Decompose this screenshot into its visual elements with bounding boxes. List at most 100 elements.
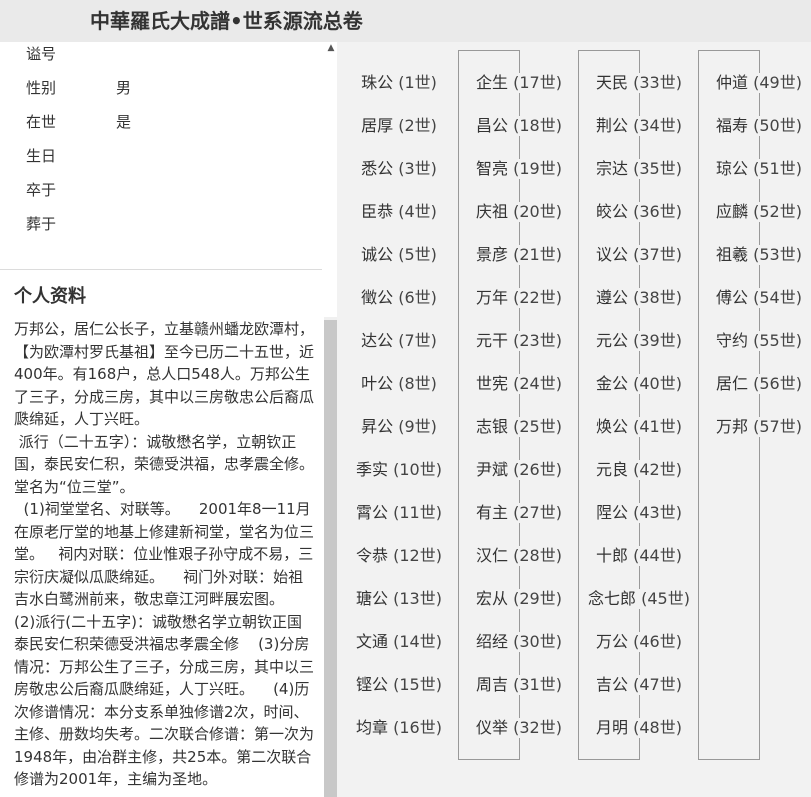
generation-entry[interactable]: 达公 (7世) xyxy=(360,331,438,351)
generation-entry[interactable]: 居厚 (2世) xyxy=(360,116,438,136)
ancestor-name: 万邦 xyxy=(716,417,749,436)
generation-entry[interactable]: 霄公 (11世) xyxy=(355,503,443,523)
generation-entry[interactable]: 诚公 (5世) xyxy=(360,245,438,265)
generation-entry[interactable]: 议公 (37世) xyxy=(595,245,683,265)
generation-entry[interactable]: 月明 (48世) xyxy=(595,718,683,738)
generation-entry[interactable]: 企生 (17世) xyxy=(475,73,563,93)
profile-panel: ▲ 谥号 性别 男 在世 是 生日 卒于 葬于 个人资料 万邦公，居仁公长子，立基赣… xyxy=(0,42,337,797)
ancestor-name: 铿公 xyxy=(356,675,389,694)
generation-entry[interactable]: 宗达 (35世) xyxy=(595,159,683,179)
ancestor-name: 悉公 xyxy=(361,159,394,178)
generation-entry[interactable]: 金公 (40世) xyxy=(595,374,683,394)
generation-number: (39世) xyxy=(633,331,682,350)
generation-entry[interactable]: 应麟 (52世) xyxy=(715,202,803,222)
generation-entry[interactable]: 世宪 (24世) xyxy=(475,374,563,394)
generation-number: (19世) xyxy=(513,159,562,178)
generation-entry[interactable]: 仲道 (49世) xyxy=(715,73,803,93)
generation-number: (49世) xyxy=(753,73,802,92)
generation-number: (14世) xyxy=(393,632,442,651)
section-divider xyxy=(0,269,322,270)
generation-entry[interactable]: 守约 (55世) xyxy=(715,331,803,351)
ancestor-name: 居厚 xyxy=(361,116,394,135)
generation-number: (52世) xyxy=(753,202,802,221)
field-label: 在世 xyxy=(26,113,57,131)
generation-entry[interactable]: 十郎 (44世) xyxy=(595,546,683,566)
generation-entry[interactable]: 福寿 (50世) xyxy=(715,116,803,136)
generation-entry[interactable]: 傅公 (54世) xyxy=(715,288,803,308)
generation-entry[interactable]: 天民 (33世) xyxy=(595,73,683,93)
generation-entry[interactable]: 季实 (10世) xyxy=(355,460,443,480)
generation-number: (34世) xyxy=(633,116,682,135)
generation-entry[interactable]: 万公 (46世) xyxy=(595,632,683,652)
generation-entry[interactable]: 臣恭 (4世) xyxy=(360,202,438,222)
field-died: 卒于 xyxy=(26,178,116,202)
generation-number: (41世) xyxy=(633,417,682,436)
generation-entry[interactable]: 庆祖 (20世) xyxy=(475,202,563,222)
generation-entry[interactable]: 文通 (14世) xyxy=(355,632,443,652)
field-gender: 性别 男 xyxy=(26,76,131,100)
generation-entry[interactable]: 万年 (22世) xyxy=(475,288,563,308)
ancestor-name: 月明 xyxy=(596,718,629,737)
generation-number: (56世) xyxy=(753,374,802,393)
ancestor-name: 世宪 xyxy=(476,374,509,393)
generation-entry[interactable]: 祖羲 (53世) xyxy=(715,245,803,265)
generation-entry[interactable]: 昇公 (9世) xyxy=(360,417,438,437)
ancestor-name: 有主 xyxy=(476,503,509,522)
generation-entry[interactable]: 居仁 (56世) xyxy=(715,374,803,394)
generation-entry[interactable]: 志银 (25世) xyxy=(475,417,563,437)
generation-entry[interactable]: 智亮 (19世) xyxy=(475,159,563,179)
generation-entry[interactable]: 遵公 (38世) xyxy=(595,288,683,308)
ancestor-name: 十郎 xyxy=(596,546,629,565)
ancestor-name: 陧公 xyxy=(596,503,629,522)
generation-entry[interactable]: 焕公 (41世) xyxy=(595,417,683,437)
ancestor-name: 绍经 xyxy=(476,632,509,651)
generation-number: (23世) xyxy=(513,331,562,350)
ancestor-name: 文通 xyxy=(356,632,389,651)
generation-entry[interactable]: 荆公 (34世) xyxy=(595,116,683,136)
ancestor-name: 居仁 xyxy=(716,374,749,393)
ancestor-name: 景彦 xyxy=(476,245,509,264)
generation-entry[interactable]: 元公 (39世) xyxy=(595,331,683,351)
generation-entry[interactable]: 念七郎 (45世) xyxy=(587,589,691,609)
generation-entry[interactable]: 元干 (23世) xyxy=(475,331,563,351)
generation-number: (36世) xyxy=(633,202,682,221)
generation-entry[interactable]: 皎公 (36世) xyxy=(595,202,683,222)
generation-entry[interactable]: 万邦 (57世) xyxy=(715,417,803,437)
scrollbar-thumb[interactable] xyxy=(324,320,337,797)
field-label: 葬于 xyxy=(26,215,57,233)
ancestor-name: 庆祖 xyxy=(476,202,509,221)
field-value: 男 xyxy=(116,79,132,97)
generation-entry[interactable]: 均章 (16世) xyxy=(355,718,443,738)
generation-entry[interactable]: 叶公 (8世) xyxy=(360,374,438,394)
generation-entry[interactable]: 周吉 (31世) xyxy=(475,675,563,695)
generation-entry[interactable]: 琼公 (51世) xyxy=(715,159,803,179)
ancestor-name: 遵公 xyxy=(596,288,629,307)
generation-entry[interactable]: 瑭公 (13世) xyxy=(355,589,443,609)
generation-entry[interactable]: 陧公 (43世) xyxy=(595,503,683,523)
ancestor-name: 祖羲 xyxy=(716,245,749,264)
generation-entry[interactable]: 昌公 (18世) xyxy=(475,116,563,136)
generation-number: (32世) xyxy=(513,718,562,737)
ancestor-name: 珠公 xyxy=(361,73,394,92)
scroll-up-arrow-icon[interactable]: ▲ xyxy=(326,42,336,54)
generation-entry[interactable]: 尹斌 (26世) xyxy=(475,460,563,480)
generation-entry[interactable]: 汉仁 (28世) xyxy=(475,546,563,566)
generation-entry[interactable]: 有主 (27世) xyxy=(475,503,563,523)
generation-entry[interactable]: 铿公 (15世) xyxy=(355,675,443,695)
generation-entry[interactable]: 仪举 (32世) xyxy=(475,718,563,738)
generation-number: (55世) xyxy=(753,331,802,350)
generation-entry[interactable]: 徵公 (6世) xyxy=(360,288,438,308)
generation-entry[interactable]: 绍经 (30世) xyxy=(475,632,563,652)
generation-number: (20世) xyxy=(513,202,562,221)
generation-entry[interactable]: 宏从 (29世) xyxy=(475,589,563,609)
generation-entry[interactable]: 令恭 (12世) xyxy=(355,546,443,566)
ancestor-name: 叶公 xyxy=(361,374,394,393)
ancestor-name: 诚公 xyxy=(361,245,394,264)
field-value: 是 xyxy=(116,113,132,131)
generation-entry[interactable]: 景彦 (21世) xyxy=(475,245,563,265)
generation-entry[interactable]: 悉公 (3世) xyxy=(360,159,438,179)
ancestor-name: 福寿 xyxy=(716,116,749,135)
generation-entry[interactable]: 珠公 (1世) xyxy=(360,73,438,93)
generation-entry[interactable]: 吉公 (47世) xyxy=(595,675,683,695)
generation-entry[interactable]: 元良 (42世) xyxy=(595,460,683,480)
